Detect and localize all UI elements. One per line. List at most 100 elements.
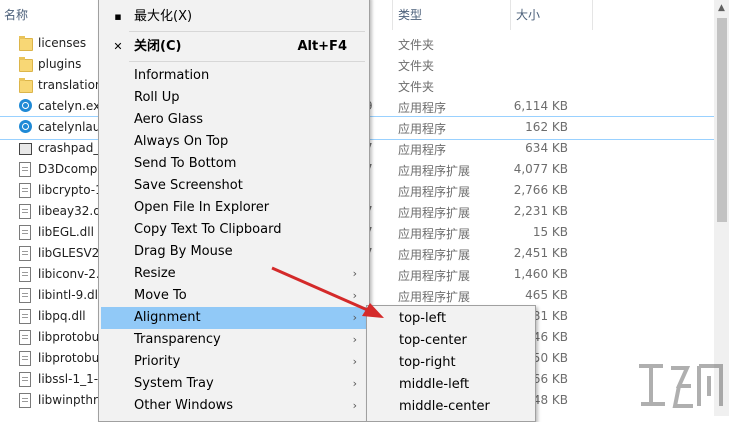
watermark-logo-icon — [639, 364, 723, 408]
dll-icon — [19, 288, 31, 303]
submenu-item-top-right[interactable]: top-right — [369, 352, 533, 374]
file-name: libGLESV2. — [38, 246, 98, 260]
menu-separator — [129, 31, 365, 32]
menu-item-label: Open File In Explorer — [134, 200, 270, 215]
chevron-right-icon: › — [352, 267, 357, 280]
scroll-up-arrow-icon[interactable]: ▲ — [714, 0, 729, 16]
folder-icon — [19, 78, 33, 93]
menu-item-open-file-in-explorer[interactable]: Open File In Explorer — [101, 197, 367, 219]
column-divider[interactable] — [510, 0, 511, 30]
menu-item-system-tray[interactable]: System Tray › — [101, 373, 367, 395]
chevron-right-icon: › — [352, 355, 357, 368]
menu-item-send-to-bottom[interactable]: Send To Bottom — [101, 153, 367, 175]
dll-icon — [19, 267, 31, 282]
menu-item-aero-glass[interactable]: Aero Glass — [101, 109, 367, 131]
menu-item-save-screenshot[interactable]: Save Screenshot — [101, 175, 367, 197]
menu-item-always-on-top[interactable]: Always On Top — [101, 131, 367, 153]
menu-item-partial[interactable] — [101, 0, 367, 5]
chevron-right-icon: › — [352, 377, 357, 390]
chevron-right-icon: › — [352, 333, 357, 346]
column-header-type[interactable]: 类型 — [394, 0, 422, 30]
window-context-menu: ▪ 最大化(X) ✕ 关闭(C) Alt+F4 Information Roll … — [98, 0, 370, 422]
column-header-size[interactable]: 大小 — [512, 0, 540, 30]
chevron-right-icon: › — [352, 289, 357, 302]
file-size: 6,114 KB — [513, 99, 568, 113]
file-type: 应用程序扩展 — [398, 290, 471, 304]
file-type: 文件夹 — [398, 59, 435, 73]
menu-item-roll-up[interactable]: Roll Up — [101, 87, 367, 109]
file-size: 634 KB — [525, 141, 568, 155]
submenu-item-middle-center[interactable]: middle-center — [369, 396, 533, 418]
dll-icon — [19, 204, 31, 219]
file-name: crashpad_ — [38, 141, 98, 155]
file-name: libssl-1_1- — [38, 372, 98, 386]
menu-item-label: Resize — [134, 266, 176, 281]
file-name: catelynlaun — [38, 120, 98, 134]
dll-icon — [19, 309, 31, 324]
file-name: libcrypto-1 — [38, 183, 98, 197]
file-type: 应用程序扩展 — [398, 227, 471, 241]
file-name: D3Dcompi — [38, 162, 98, 176]
dll-icon — [19, 351, 31, 366]
scroll-thumb[interactable] — [717, 18, 727, 222]
file-size: 162 KB — [525, 120, 568, 134]
menu-item-transparency[interactable]: Transparency › — [101, 329, 367, 351]
menu-item-information[interactable]: Information — [101, 65, 367, 87]
menu-item-priority[interactable]: Priority › — [101, 351, 367, 373]
file-name: libEGL.dll — [38, 225, 94, 239]
column-divider[interactable] — [592, 0, 593, 30]
file-size: 2,451 KB — [513, 246, 568, 260]
menu-item-other-windows[interactable]: Other Windows › — [101, 395, 367, 417]
submenu-item-middle-left[interactable]: middle-left — [369, 374, 533, 396]
column-divider[interactable] — [392, 0, 393, 30]
file-type: 文件夹 — [398, 38, 435, 52]
file-size: 4,077 KB — [513, 162, 568, 176]
file-name: licenses — [38, 36, 87, 50]
file-size: 1,460 KB — [513, 267, 568, 281]
menu-item-label: Send To Bottom — [134, 156, 237, 171]
file-name: libwinpthre — [38, 393, 98, 407]
file-type: 应用程序 — [398, 122, 447, 136]
menu-item-alignment[interactable]: Alignment › — [101, 307, 367, 329]
submenu-item-label: top-left — [399, 311, 447, 326]
dll-icon — [19, 183, 31, 198]
file-type: 应用程序扩展 — [398, 164, 471, 178]
menu-item-close[interactable]: ✕ 关闭(C) Alt+F4 — [101, 36, 367, 58]
alignment-submenu: top-left top-center top-right middle-left mi… — [366, 305, 536, 422]
app-icon — [19, 99, 32, 112]
menu-item-copy-text-to-clipboard[interactable]: Copy Text To Clipboard — [101, 219, 367, 241]
file-size: 465 KB — [525, 288, 568, 302]
submenu-item-top-center[interactable]: top-center — [369, 330, 533, 352]
menu-item-move-to[interactable]: Move To › — [101, 285, 367, 307]
menu-item-label: Information — [134, 68, 210, 83]
submenu-item-label: middle-center — [399, 399, 490, 414]
dll-icon — [19, 330, 31, 345]
dll-icon — [19, 246, 31, 261]
submenu-item-label: middle-left — [399, 377, 470, 392]
menu-item-label: Always On Top — [134, 134, 229, 149]
menu-item-maximize[interactable]: ▪ 最大化(X) — [101, 6, 367, 28]
file-size: 15 KB — [532, 225, 568, 239]
menu-item-label: Save Screenshot — [134, 178, 243, 193]
file-name: libprotobu — [38, 351, 98, 365]
file-name: libpq.dll — [38, 309, 86, 323]
menu-item-label: Other Windows — [134, 398, 234, 413]
menu-item-label: Priority — [134, 354, 181, 369]
menu-item-resize[interactable]: Resize › — [101, 263, 367, 285]
file-name: libiconv-2. — [38, 267, 98, 281]
menu-item-label: System Tray — [134, 376, 214, 391]
maximize-icon: ▪ — [114, 10, 122, 23]
submenu-item-top-left[interactable]: top-left — [369, 308, 533, 330]
menu-item-drag-by-mouse[interactable]: Drag By Mouse — [101, 241, 367, 263]
app-icon — [19, 120, 32, 133]
menu-item-label: Aero Glass — [134, 112, 204, 127]
menu-item-label: Drag By Mouse — [134, 244, 233, 259]
submenu-item-label: top-right — [399, 355, 456, 370]
menu-item-label: Move To — [134, 288, 187, 303]
menu-item-label: Copy Text To Clipboard — [134, 222, 282, 237]
chevron-right-icon: › — [352, 399, 357, 412]
column-header-name[interactable]: 名称 — [0, 0, 28, 30]
file-type: 文件夹 — [398, 80, 435, 94]
menu-item-label: Transparency — [134, 332, 221, 347]
vertical-scrollbar[interactable]: ▲ — [714, 0, 729, 416]
